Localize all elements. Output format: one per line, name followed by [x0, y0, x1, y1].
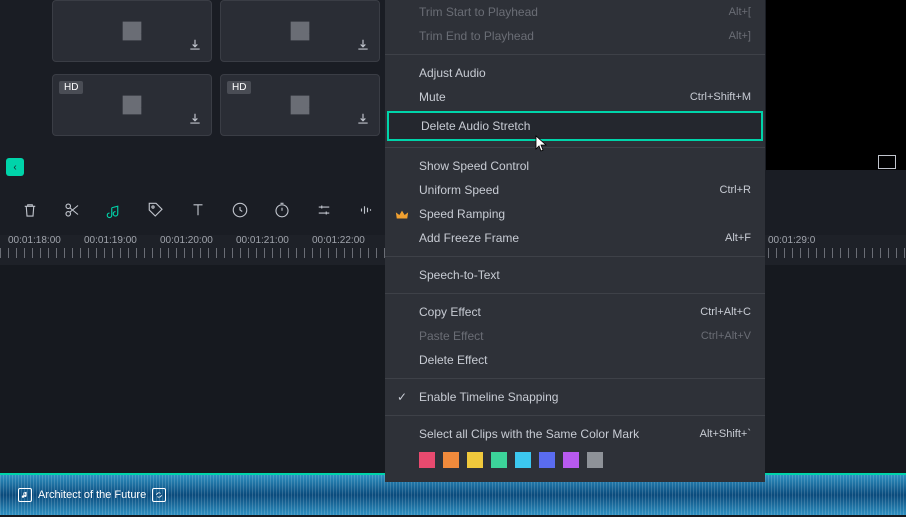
- color-swatch[interactable]: [443, 452, 459, 468]
- menu-enable-snapping[interactable]: ✓Enable Timeline Snapping: [385, 385, 765, 409]
- menu-select-same-color[interactable]: Select all Clips with the Same Color Mar…: [385, 422, 765, 446]
- color-swatch[interactable]: [515, 452, 531, 468]
- ruler-label: 00:01:22:00: [312, 235, 388, 246]
- image-icon: [118, 17, 146, 45]
- music-note-icon: [18, 488, 32, 502]
- preview-window: [766, 0, 906, 170]
- ruler-label: 00:01:29:0: [768, 235, 844, 246]
- menu-mute[interactable]: MuteCtrl+Shift+M: [385, 85, 765, 109]
- delete-tool[interactable]: [20, 200, 40, 220]
- adjust-tool[interactable]: [314, 200, 334, 220]
- download-icon[interactable]: [353, 109, 373, 129]
- color-swatch[interactable]: [587, 452, 603, 468]
- color-swatch[interactable]: [419, 452, 435, 468]
- timeline-toolbar: [20, 200, 376, 220]
- audio-marker-tool[interactable]: [104, 200, 124, 220]
- snapshot-button[interactable]: [878, 155, 896, 169]
- context-menu: Trim Start to PlayheadAlt+[ Trim End to …: [385, 0, 765, 482]
- menu-uniform-speed[interactable]: Uniform SpeedCtrl+R: [385, 178, 765, 202]
- image-icon: [118, 91, 146, 119]
- hd-badge: HD: [59, 81, 83, 94]
- menu-speech-to-text[interactable]: Speech-to-Text: [385, 263, 765, 287]
- menu-show-speed-control[interactable]: Show Speed Control: [385, 154, 765, 178]
- media-thumb[interactable]: [52, 0, 212, 62]
- download-icon[interactable]: [185, 109, 205, 129]
- equalizer-tool[interactable]: [356, 200, 376, 220]
- menu-add-freeze-frame[interactable]: Add Freeze FrameAlt+F: [385, 226, 765, 250]
- menu-speed-ramping[interactable]: Speed Ramping: [385, 202, 765, 226]
- download-icon[interactable]: [185, 35, 205, 55]
- ruler-label: 00:01:18:00: [8, 235, 84, 246]
- crown-icon: [395, 208, 409, 222]
- back-button[interactable]: ‹: [6, 158, 24, 176]
- media-thumb[interactable]: HD: [52, 74, 212, 136]
- media-thumb[interactable]: [220, 0, 380, 62]
- cut-tool[interactable]: [62, 200, 82, 220]
- color-swatch[interactable]: [539, 452, 555, 468]
- ruler-label: 00:01:19:00: [84, 235, 160, 246]
- menu-delete-effect[interactable]: Delete Effect: [385, 348, 765, 372]
- timer-tool[interactable]: [272, 200, 292, 220]
- menu-copy-effect[interactable]: Copy EffectCtrl+Alt+C: [385, 300, 765, 324]
- menu-trim-start[interactable]: Trim Start to PlayheadAlt+[: [385, 0, 765, 24]
- menu-delete-audio-stretch[interactable]: Delete Audio Stretch: [387, 111, 763, 141]
- speed-tool[interactable]: [230, 200, 250, 220]
- check-icon: ✓: [397, 390, 407, 404]
- text-tool[interactable]: [188, 200, 208, 220]
- sync-icon: [152, 488, 166, 502]
- image-icon: [286, 17, 314, 45]
- download-icon[interactable]: [353, 35, 373, 55]
- media-thumb[interactable]: HD: [220, 74, 380, 136]
- image-icon: [286, 91, 314, 119]
- media-panel: HD HD: [52, 0, 392, 148]
- menu-trim-end[interactable]: Trim End to PlayheadAlt+]: [385, 24, 765, 48]
- menu-paste-effect[interactable]: Paste EffectCtrl+Alt+V: [385, 324, 765, 348]
- color-swatch[interactable]: [467, 452, 483, 468]
- audio-clip-title: Architect of the Future: [38, 489, 146, 501]
- hd-badge: HD: [227, 81, 251, 94]
- menu-adjust-audio[interactable]: Adjust Audio: [385, 61, 765, 85]
- color-swatch[interactable]: [563, 452, 579, 468]
- tag-tool[interactable]: [146, 200, 166, 220]
- color-swatch[interactable]: [491, 452, 507, 468]
- ruler-label: 00:01:20:00: [160, 235, 236, 246]
- color-swatch-row: [385, 446, 765, 472]
- ruler-label: 00:01:21:00: [236, 235, 312, 246]
